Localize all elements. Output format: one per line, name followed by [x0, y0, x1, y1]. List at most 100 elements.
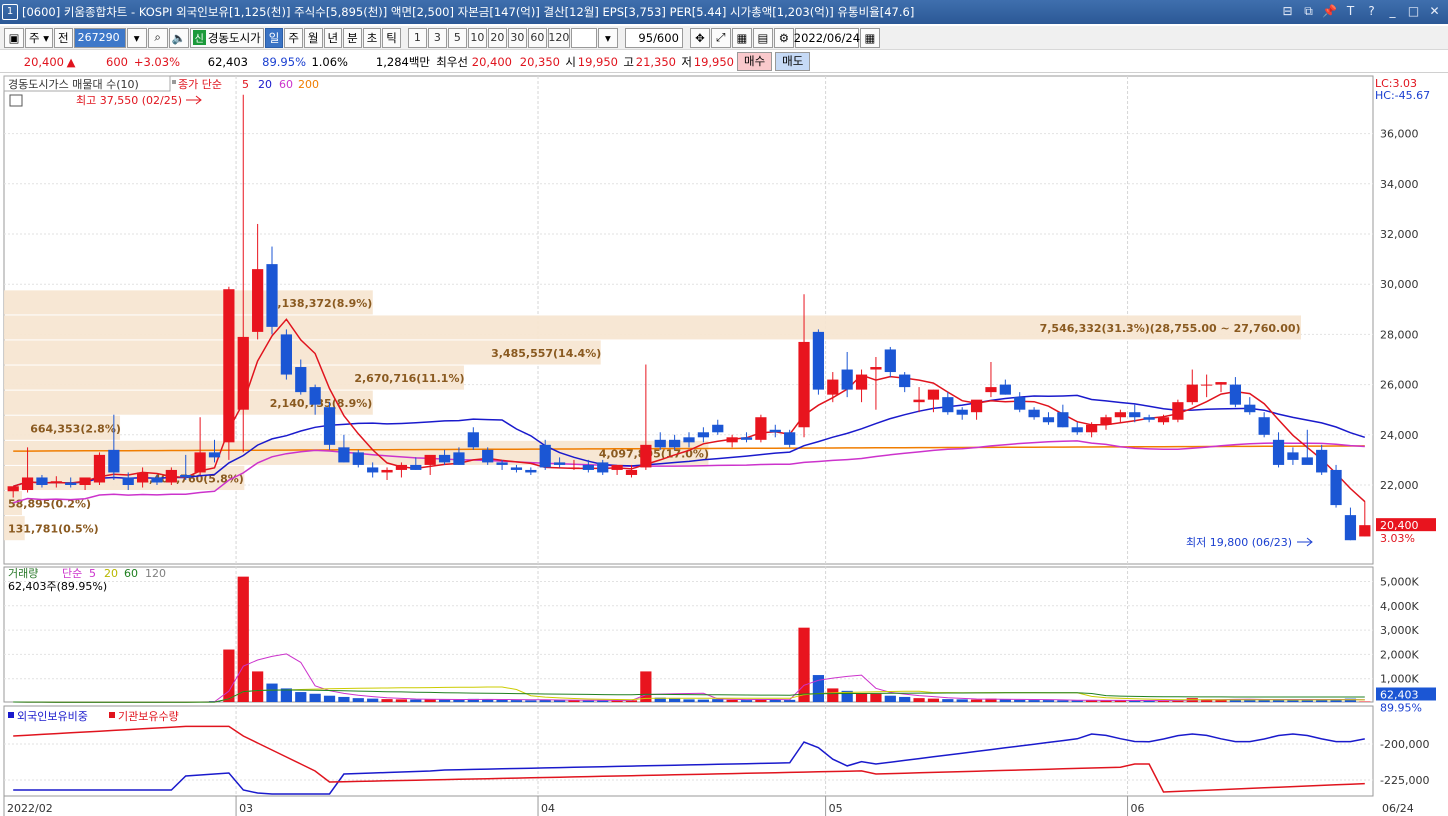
- volume-bar[interactable]: [525, 700, 537, 702]
- save-icon[interactable]: ▤: [752, 27, 773, 48]
- candle[interactable]: [295, 359, 307, 395]
- candle[interactable]: [1330, 464, 1342, 508]
- volume-bar[interactable]: [855, 693, 868, 702]
- candle[interactable]: [280, 329, 292, 380]
- candle[interactable]: [93, 452, 106, 485]
- candle[interactable]: [1114, 409, 1126, 423]
- crosshair-icon[interactable]: ✥: [689, 27, 710, 48]
- candle[interactable]: [784, 429, 796, 448]
- candle[interactable]: [237, 94, 249, 453]
- period-5[interactable]: 5: [447, 27, 467, 48]
- candle[interactable]: [611, 464, 623, 475]
- volume-bar[interactable]: [640, 671, 652, 702]
- period-type-select[interactable]: 주 ▾: [25, 27, 54, 48]
- stock-name-field[interactable]: 신 경동도시가: [189, 27, 264, 48]
- volume-bar[interactable]: [970, 699, 983, 702]
- candle[interactable]: [525, 467, 537, 475]
- candle[interactable]: [640, 364, 652, 470]
- candle[interactable]: [1028, 407, 1040, 420]
- candle[interactable]: [870, 356, 882, 410]
- candle[interactable]: [1244, 397, 1256, 415]
- candle[interactable]: [1143, 414, 1155, 423]
- calendar-icon[interactable]: ▦: [859, 27, 880, 48]
- interval-year[interactable]: 년: [323, 27, 343, 48]
- candle[interactable]: [323, 402, 336, 450]
- candle[interactable]: [1359, 501, 1371, 537]
- volume-bar[interactable]: [712, 699, 724, 702]
- volume-bar[interactable]: [309, 693, 321, 702]
- candle[interactable]: [1258, 412, 1270, 438]
- candle[interactable]: [855, 369, 868, 403]
- candle[interactable]: [165, 467, 177, 485]
- stock-chart[interactable]: 7,546,332(31.3%)(28,755.00 ~ 27,760.00) 3…: [0, 74, 1448, 816]
- volume-bar[interactable]: [237, 576, 249, 702]
- volume-bar[interactable]: [942, 699, 954, 702]
- candle[interactable]: [827, 372, 839, 403]
- candle[interactable]: [812, 329, 825, 395]
- volume-bar[interactable]: [827, 688, 839, 702]
- pin-icon[interactable]: 📌: [1322, 3, 1337, 19]
- custom-period-dropdown-icon[interactable]: ▾: [597, 27, 618, 48]
- duplicate-window-icon[interactable]: ⧉: [1301, 3, 1316, 19]
- candle[interactable]: [970, 399, 983, 420]
- candle[interactable]: [697, 427, 709, 443]
- candle[interactable]: [712, 419, 724, 435]
- volume-bar[interactable]: [697, 699, 709, 702]
- volume-bar[interactable]: [496, 699, 508, 702]
- candle[interactable]: [999, 379, 1011, 395]
- volume-bar[interactable]: [453, 699, 465, 702]
- volume-bar[interactable]: [1014, 699, 1026, 702]
- date-input[interactable]: 2022/06/24: [794, 27, 860, 48]
- restore-layout-icon[interactable]: ⊟: [1280, 3, 1295, 19]
- period-120[interactable]: 120: [547, 27, 570, 48]
- volume-bar[interactable]: [395, 699, 408, 702]
- candle[interactable]: [841, 351, 853, 398]
- candle[interactable]: [1057, 404, 1069, 428]
- gear-icon[interactable]: ⚙: [773, 27, 794, 48]
- period-30[interactable]: 30: [507, 27, 527, 48]
- candle[interactable]: [1316, 444, 1328, 475]
- volume-bar[interactable]: [899, 696, 911, 702]
- candle[interactable]: [1071, 422, 1083, 435]
- volume-bar[interactable]: [669, 698, 681, 702]
- candle[interactable]: [1042, 412, 1055, 425]
- interval-tick[interactable]: 틱: [382, 27, 401, 48]
- volume-bar[interactable]: [352, 698, 364, 702]
- stock-code-input[interactable]: 267290: [73, 27, 126, 48]
- candle[interactable]: [223, 286, 235, 460]
- candle[interactable]: [884, 346, 896, 378]
- candle[interactable]: [1100, 414, 1112, 430]
- volume-bar[interactable]: [381, 699, 393, 702]
- candle[interactable]: [252, 223, 264, 340]
- period-10[interactable]: 10: [467, 27, 487, 48]
- candle[interactable]: [510, 464, 523, 473]
- volume-bar[interactable]: [884, 695, 896, 702]
- help-icon[interactable]: ?: [1364, 3, 1379, 19]
- volume-bar[interactable]: [1359, 701, 1371, 702]
- volume-bar[interactable]: [1071, 700, 1083, 702]
- volume-bar[interactable]: [1028, 700, 1040, 702]
- candle[interactable]: [956, 407, 968, 420]
- interval-minute[interactable]: 분: [343, 27, 362, 48]
- volume-bar[interactable]: [812, 675, 825, 702]
- candle[interactable]: [740, 432, 753, 443]
- volume-bar[interactable]: [323, 695, 336, 702]
- candle[interactable]: [942, 392, 954, 415]
- volume-bar[interactable]: [798, 627, 810, 702]
- table-icon[interactable]: [9, 94, 23, 107]
- candle[interactable]: [482, 447, 494, 465]
- interval-day[interactable]: 일: [264, 27, 284, 48]
- grid-icon[interactable]: ▦: [731, 27, 752, 48]
- candle[interactable]: [381, 467, 393, 480]
- candle[interactable]: [899, 372, 911, 393]
- volume-bar[interactable]: [295, 692, 307, 702]
- volume-bar[interactable]: [410, 699, 422, 702]
- speaker-icon[interactable]: 🔈: [168, 27, 189, 48]
- candle[interactable]: [985, 362, 997, 398]
- layout-icon[interactable]: ▣: [4, 27, 24, 48]
- interval-month[interactable]: 월: [303, 27, 323, 48]
- volume-bar[interactable]: [683, 699, 695, 702]
- volume-bar[interactable]: [367, 698, 379, 702]
- custom-period-input[interactable]: [570, 27, 597, 48]
- volume-bar[interactable]: [438, 699, 451, 702]
